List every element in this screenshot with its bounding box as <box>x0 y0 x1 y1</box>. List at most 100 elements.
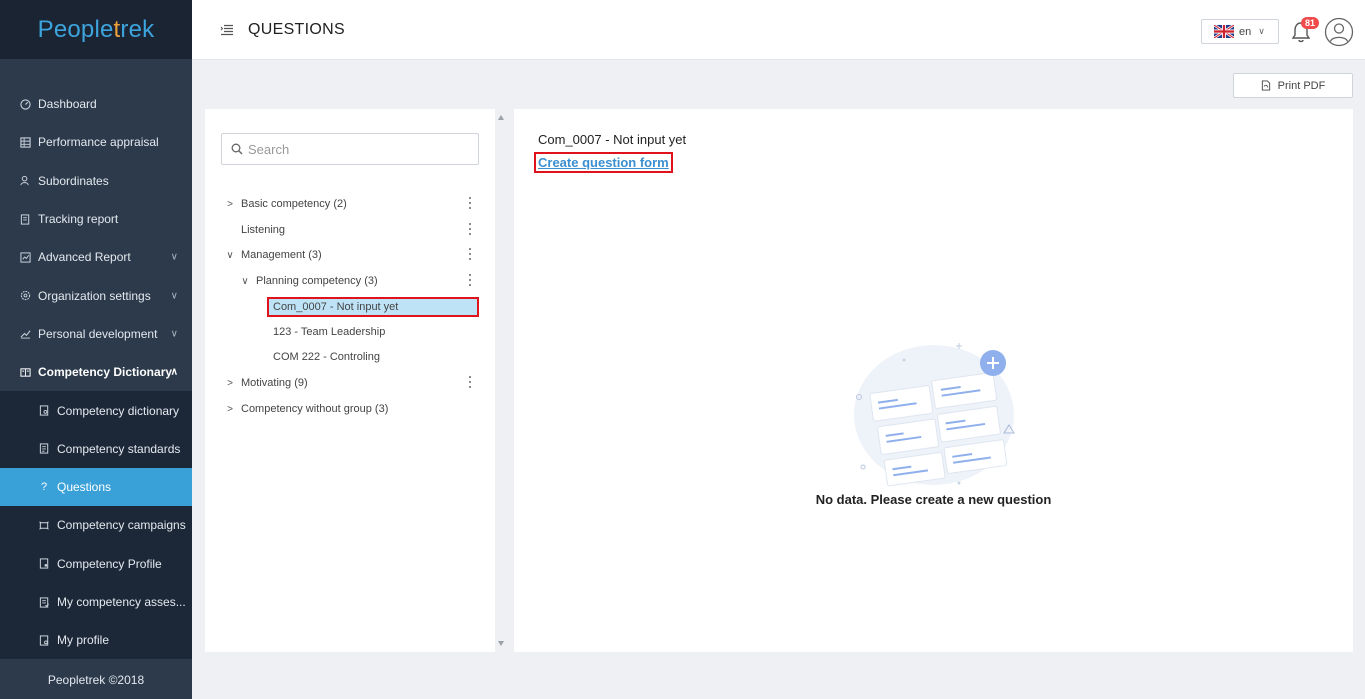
sidebar-item-label: Performance appraisal <box>38 135 159 150</box>
tree-node-label: Com_0007 - Not input yet <box>267 297 479 317</box>
chevron-down-icon: ∨ <box>170 251 178 263</box>
tree-node-com-222-controling[interactable]: COM 222 - Controling <box>205 346 495 368</box>
sidebar-subitem-my-profile[interactable]: My profile <box>0 621 192 659</box>
sidebar-item-subordinates[interactable]: Subordinates <box>0 162 192 200</box>
chevron-right-icon[interactable]: > <box>225 404 235 415</box>
more-options-icon[interactable] <box>468 223 471 235</box>
chevron-down-icon: ∨ <box>170 328 178 340</box>
search-input[interactable] <box>248 141 468 157</box>
create-question-form-link[interactable]: Create question form <box>534 152 673 173</box>
assessment-icon <box>38 596 50 608</box>
tree-node-motivating[interactable]: > Motivating (9) <box>205 372 495 394</box>
users-icon <box>19 175 31 187</box>
selected-competency-title: Com_0007 - Not input yet <box>538 132 687 147</box>
more-options-icon[interactable] <box>468 274 471 286</box>
chevron-up-icon: ∧ <box>170 366 178 378</box>
print-pdf-label: Print PDF <box>1277 79 1326 92</box>
sidebar: Peopletrek Dashboard Performance apprais… <box>0 0 192 699</box>
tree-node-competency-without-group[interactable]: > Competency without group (3) <box>205 398 495 420</box>
sidebar-item-label: Advanced Report <box>38 250 131 265</box>
report-icon <box>19 213 31 225</box>
tree-node-label: Motivating (9) <box>241 377 308 389</box>
page-title: QUESTIONS <box>248 21 345 38</box>
sidebar-subitem-competency-standards[interactable]: Competency standards <box>0 430 192 468</box>
header: QUESTIONS en ∨ 81 <box>192 0 1365 60</box>
sidebar-item-label: Dashboard <box>38 97 97 112</box>
tree-node-label: COM 222 - Controling <box>273 351 380 363</box>
sidebar-subitem-competency-dictionary[interactable]: Competency dictionary <box>0 391 192 429</box>
tree-node-listening[interactable]: Listening <box>205 219 495 241</box>
sidebar-item-tracking-report[interactable]: Tracking report <box>0 200 192 238</box>
sidebar-item-performance-appraisal[interactable]: Performance appraisal <box>0 123 192 161</box>
sidebar-item-label: Personal development <box>38 326 158 341</box>
sidebar-item-personal-development[interactable]: Personal development ∨ <box>0 315 192 353</box>
more-options-icon[interactable] <box>468 197 471 209</box>
sidebar-subitem-label: Competency Profile <box>57 556 162 571</box>
pdf-icon <box>1261 80 1270 91</box>
language-select[interactable]: en ∨ <box>1201 19 1279 44</box>
question-content-panel: Com_0007 - Not input yet Create question… <box>514 109 1353 652</box>
tree-node-label: Management (3) <box>241 249 322 261</box>
chevron-down-icon: ∨ <box>170 290 178 302</box>
campaign-icon <box>38 519 50 531</box>
sidebar-subitem-competency-campaigns[interactable]: Competency campaigns <box>0 506 192 544</box>
chevron-right-icon[interactable]: > <box>225 199 235 210</box>
more-options-icon[interactable] <box>468 376 471 388</box>
tree-node-label: Competency without group (3) <box>241 403 389 415</box>
tree-node-management[interactable]: ∨ Management (3) <box>205 244 495 266</box>
empty-state-message: No data. Please create a new question <box>815 492 1052 507</box>
sidebar-subitem-label: Competency standards <box>57 441 181 456</box>
document-icon <box>38 443 50 455</box>
sidebar-nav: Dashboard Performance appraisal Subordin… <box>0 85 192 660</box>
notification-count-badge: 81 <box>1301 17 1320 29</box>
tree-node-planning-competency[interactable]: ∨ Planning competency (3) <box>205 270 495 292</box>
scroll-up-icon[interactable] <box>498 115 504 120</box>
language-value: en <box>1239 25 1252 38</box>
chevron-down-icon[interactable]: ∨ <box>225 250 235 261</box>
profile-icon <box>38 634 50 646</box>
trend-icon <box>19 328 31 340</box>
uk-flag-icon <box>1214 25 1234 38</box>
sidebar-footer: Peopletrek ©2018 <box>0 660 192 699</box>
competency-tree-panel: > Basic competency (2) Listening ∨ Manag… <box>205 109 495 652</box>
user-avatar-icon[interactable] <box>1324 17 1354 47</box>
sidebar-subitem-competency-profile[interactable]: Competency Profile <box>0 545 192 583</box>
tree-node-123-team-leadership[interactable]: 123 - Team Leadership <box>205 321 495 343</box>
profile-document-icon <box>38 558 50 570</box>
chevron-down-icon: ∨ <box>1258 26 1265 36</box>
sidebar-item-label: Tracking report <box>38 212 119 227</box>
sidebar-item-advanced-report[interactable]: Advanced Report ∨ <box>0 238 192 276</box>
table-icon <box>19 136 31 148</box>
logo[interactable]: Peopletrek <box>0 0 192 59</box>
sidebar-subitem-my-competency-assessment[interactable]: My competency asses... <box>0 583 192 621</box>
chevron-right-icon[interactable]: > <box>225 378 235 389</box>
tree-node-label: 123 - Team Leadership <box>273 326 386 338</box>
print-pdf-button[interactable]: Print PDF <box>1233 73 1353 98</box>
sidebar-item-organization-settings[interactable]: Organization settings ∨ <box>0 276 192 314</box>
sidebar-item-dashboard[interactable]: Dashboard <box>0 85 192 123</box>
sidebar-subitem-label: Competency campaigns <box>57 518 186 533</box>
tree-node-label: Listening <box>241 224 286 236</box>
gear-icon <box>19 290 31 302</box>
empty-state-illustration <box>854 343 1015 487</box>
dashboard-icon <box>19 98 31 110</box>
sidebar-subitem-label: My competency asses... <box>57 595 186 609</box>
tree-node-label: Basic competency (2) <box>241 198 347 210</box>
document-search-icon <box>38 405 50 417</box>
question-icon: ? <box>40 481 48 494</box>
tree-node-label: Planning competency (3) <box>256 275 378 287</box>
sidebar-item-label: Competency Dictionary <box>38 365 173 380</box>
more-options-icon[interactable] <box>468 248 471 260</box>
tree-scrollbar[interactable] <box>496 109 510 652</box>
sidebar-subitem-label: My profile <box>57 633 110 648</box>
tree-node-basic-competency[interactable]: > Basic competency (2) <box>205 193 495 215</box>
logo-text: Peopletrek <box>37 15 155 43</box>
copyright-text: Peopletrek ©2018 <box>47 672 145 687</box>
scroll-down-icon[interactable] <box>498 641 504 646</box>
sidebar-subitem-questions[interactable]: ? Questions <box>0 467 192 507</box>
search-field[interactable] <box>221 133 479 165</box>
sidebar-item-competency-dictionary[interactable]: Competency Dictionary ∧ <box>0 353 192 391</box>
tree-node-com-0007[interactable]: Com_0007 - Not input yet <box>205 296 495 318</box>
menu-toggle-icon[interactable] <box>220 24 234 36</box>
chevron-down-icon[interactable]: ∨ <box>240 276 250 287</box>
